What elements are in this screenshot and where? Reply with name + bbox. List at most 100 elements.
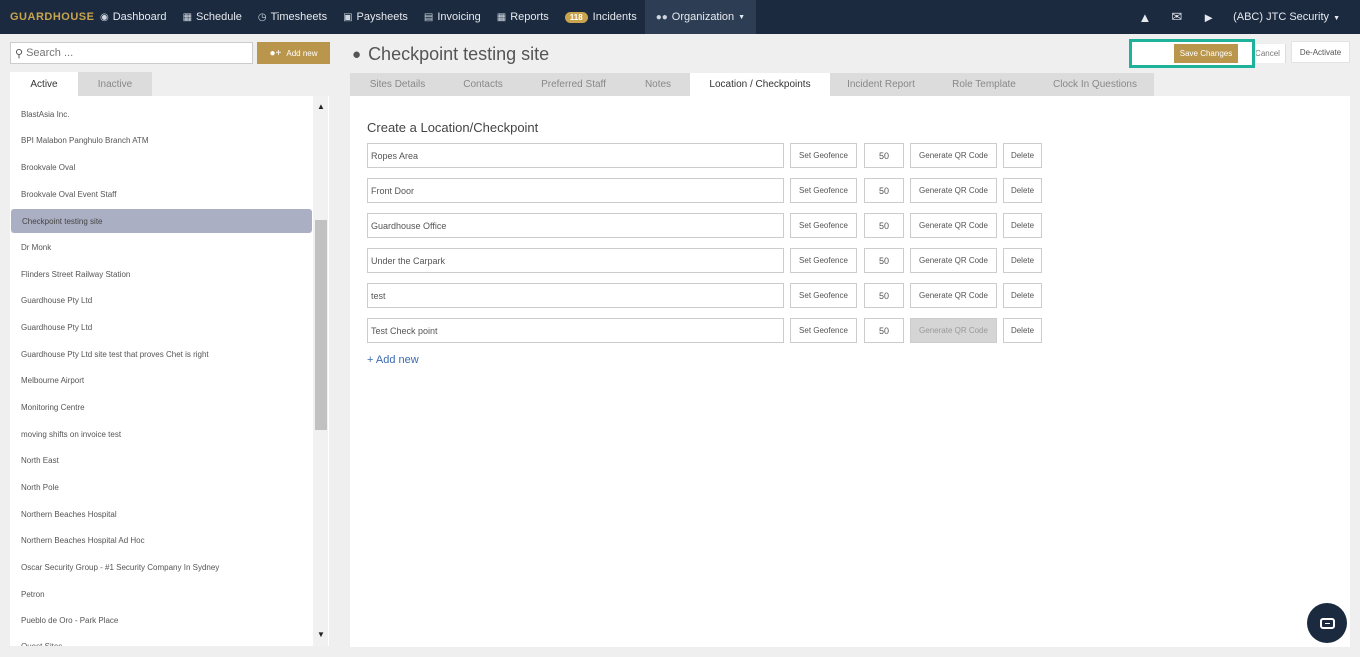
nav-schedule[interactable]: ▦ Schedule	[175, 0, 250, 34]
delete-button[interactable]: Delete	[1003, 283, 1042, 308]
list-item[interactable]: Monitoring Centre	[10, 395, 312, 419]
checkpoint-name-input[interactable]: test	[367, 283, 784, 308]
checkpoint-row: Guardhouse Office Set Geofence 50 Genera…	[367, 213, 1057, 238]
generate-qr-button[interactable]: Generate QR Code	[910, 178, 997, 203]
generate-qr-button[interactable]: Generate QR Code	[910, 283, 997, 308]
list-item[interactable]: Dr Monk	[10, 235, 312, 259]
site-list-scrollbar[interactable]: ▲ ▼	[313, 96, 328, 646]
chat-launcher-button[interactable]	[1307, 603, 1347, 643]
radius-input[interactable]: 50	[864, 318, 904, 343]
nav-incidents[interactable]: 118 Incidents	[557, 0, 645, 34]
top-navbar: GUARDHOUSE ◉ Dashboard ▦ Schedule ◷ Timeshe…	[0, 0, 1360, 34]
tab-sites-details[interactable]: Sites Details	[350, 73, 445, 96]
set-geofence-button[interactable]: Set Geofence	[790, 283, 857, 308]
tab-incident-report[interactable]: Incident Report	[830, 73, 932, 96]
list-item[interactable]: BPI Malabon Panghulo Branch ATM	[10, 128, 312, 152]
list-item[interactable]: Quest Sites	[10, 634, 312, 647]
nav-reports[interactable]: ▦ Reports	[489, 0, 557, 34]
radius-input[interactable]: 50	[864, 178, 904, 203]
list-item[interactable]: North East	[10, 448, 312, 472]
list-item[interactable]: Guardhouse Pty Ltd site test that proves…	[10, 342, 312, 366]
set-geofence-button[interactable]: Set Geofence	[790, 318, 857, 343]
list-item[interactable]: Guardhouse Pty Ltd	[10, 288, 312, 312]
site-tabs: Sites Details Contacts Preferred Staff N…	[350, 73, 1154, 96]
checkpoint-name-input[interactable]: Ropes Area	[367, 143, 784, 168]
set-geofence-button[interactable]: Set Geofence	[790, 178, 857, 203]
list-item[interactable]: BlastAsia Inc.	[10, 102, 312, 126]
delete-button[interactable]: Delete	[1003, 213, 1042, 238]
list-item[interactable]: Flinders Street Railway Station	[10, 262, 312, 286]
checkpoint-row: Under the Carpark Set Geofence 50 Genera…	[367, 248, 1057, 273]
tab-role-template[interactable]: Role Template	[932, 73, 1036, 96]
generate-qr-button[interactable]: Generate QR Code	[910, 143, 997, 168]
checkpoint-row: test Set Geofence 50 Generate QR Code De…	[367, 283, 1057, 308]
list-item[interactable]: Northern Beaches Hospital Ad Hoc	[10, 528, 312, 552]
tab-location-checkpoints[interactable]: Location / Checkpoints	[690, 73, 830, 96]
list-item[interactable]: Brookvale Oval	[10, 155, 312, 179]
checkpoint-row: Test Check point Set Geofence 50 Generat…	[367, 318, 1057, 343]
account-menu[interactable]: (ABC) JTC Security ▼	[1225, 11, 1360, 23]
nav-invoicing[interactable]: ▤ Invoicing	[416, 0, 489, 34]
list-item[interactable]: Guardhouse Pty Ltd	[10, 315, 312, 339]
set-geofence-button[interactable]: Set Geofence	[790, 248, 857, 273]
tab-inactive[interactable]: Inactive	[78, 72, 152, 96]
clock-icon: ◷	[257, 11, 267, 23]
deactivate-button[interactable]: De-Activate	[1291, 41, 1350, 63]
nav-paysheets[interactable]: ▣ Paysheets	[335, 0, 416, 34]
add-checkpoint-link[interactable]: + Add new	[367, 354, 419, 366]
site-search-input[interactable]	[26, 47, 247, 59]
checkpoint-name-input[interactable]: Front Door	[367, 178, 784, 203]
list-item[interactable]: Brookvale Oval Event Staff	[10, 182, 312, 206]
generate-qr-button[interactable]: Generate QR Code	[910, 248, 997, 273]
checkpoint-name-input[interactable]: Under the Carpark	[367, 248, 784, 273]
add-site-button[interactable]: ●+ Add new	[257, 42, 330, 64]
set-geofence-button[interactable]: Set Geofence	[790, 213, 857, 238]
radius-input[interactable]: 50	[864, 143, 904, 168]
cancel-button[interactable]: Cancel	[1256, 44, 1286, 63]
scroll-up-arrow-icon[interactable]: ▲	[317, 102, 325, 111]
tab-notes[interactable]: Notes	[626, 73, 690, 96]
radius-input[interactable]: 50	[864, 213, 904, 238]
list-item[interactable]: moving shifts on invoice test	[10, 422, 312, 446]
nav-organization[interactable]: ●● Organization ▼	[644, 0, 757, 34]
list-item[interactable]: Melbourne Airport	[10, 368, 312, 392]
list-item[interactable]: Pueblo de Oro - Park Place	[10, 608, 312, 632]
generate-qr-button-disabled: Generate QR Code	[910, 318, 997, 343]
radius-input[interactable]: 50	[864, 283, 904, 308]
tab-contacts[interactable]: Contacts	[445, 73, 521, 96]
scroll-thumb[interactable]	[315, 220, 327, 430]
delete-button[interactable]: Delete	[1003, 248, 1042, 273]
nav-timesheets[interactable]: ◷ Timesheets	[250, 0, 335, 34]
site-search[interactable]: ⚲	[10, 42, 253, 64]
tab-preferred-staff[interactable]: Preferred Staff	[521, 73, 626, 96]
checkpoint-name-input[interactable]: Test Check point	[367, 318, 784, 343]
list-item[interactable]: Oscar Security Group - #1 Security Compa…	[10, 555, 312, 579]
checkpoint-name-input[interactable]: Guardhouse Office	[367, 213, 784, 238]
envelope-icon[interactable]: ✉	[1161, 9, 1192, 25]
set-geofence-button[interactable]: Set Geofence	[790, 143, 857, 168]
caret-down-icon: ▼	[1333, 15, 1340, 22]
list-item[interactable]: Petron	[10, 582, 312, 606]
scroll-down-arrow-icon[interactable]: ▼	[317, 630, 325, 639]
list-item-selected[interactable]: Checkpoint testing site	[11, 209, 312, 233]
delete-button[interactable]: Delete	[1003, 143, 1042, 168]
generate-qr-button[interactable]: Generate QR Code	[910, 213, 997, 238]
megaphone-icon[interactable]: ►	[1192, 10, 1225, 25]
tab-clock-in-questions[interactable]: Clock In Questions	[1036, 73, 1154, 96]
nav-dashboard[interactable]: ◉ Dashboard	[88, 0, 175, 34]
users-icon: ●●	[655, 11, 668, 23]
tab-active[interactable]: Active	[10, 72, 78, 96]
checkpoint-row: Ropes Area Set Geofence 50 Generate QR C…	[367, 143, 1057, 168]
save-changes-button[interactable]: Save Changes	[1174, 44, 1238, 63]
incidents-count-badge: 118	[564, 11, 588, 23]
caret-down-icon: ▼	[738, 13, 746, 21]
delete-button[interactable]: Delete	[1003, 178, 1042, 203]
site-status-tabs: Active Inactive	[10, 72, 329, 96]
graduation-cap-icon[interactable]: ▲	[1128, 10, 1161, 25]
delete-button[interactable]: Delete	[1003, 318, 1042, 343]
table-icon: ▦	[496, 11, 507, 23]
radius-input[interactable]: 50	[864, 248, 904, 273]
brand-logo[interactable]: GUARDHOUSE	[0, 11, 94, 23]
list-item[interactable]: Northern Beaches Hospital	[10, 502, 312, 526]
list-item[interactable]: North Pole	[10, 475, 312, 499]
